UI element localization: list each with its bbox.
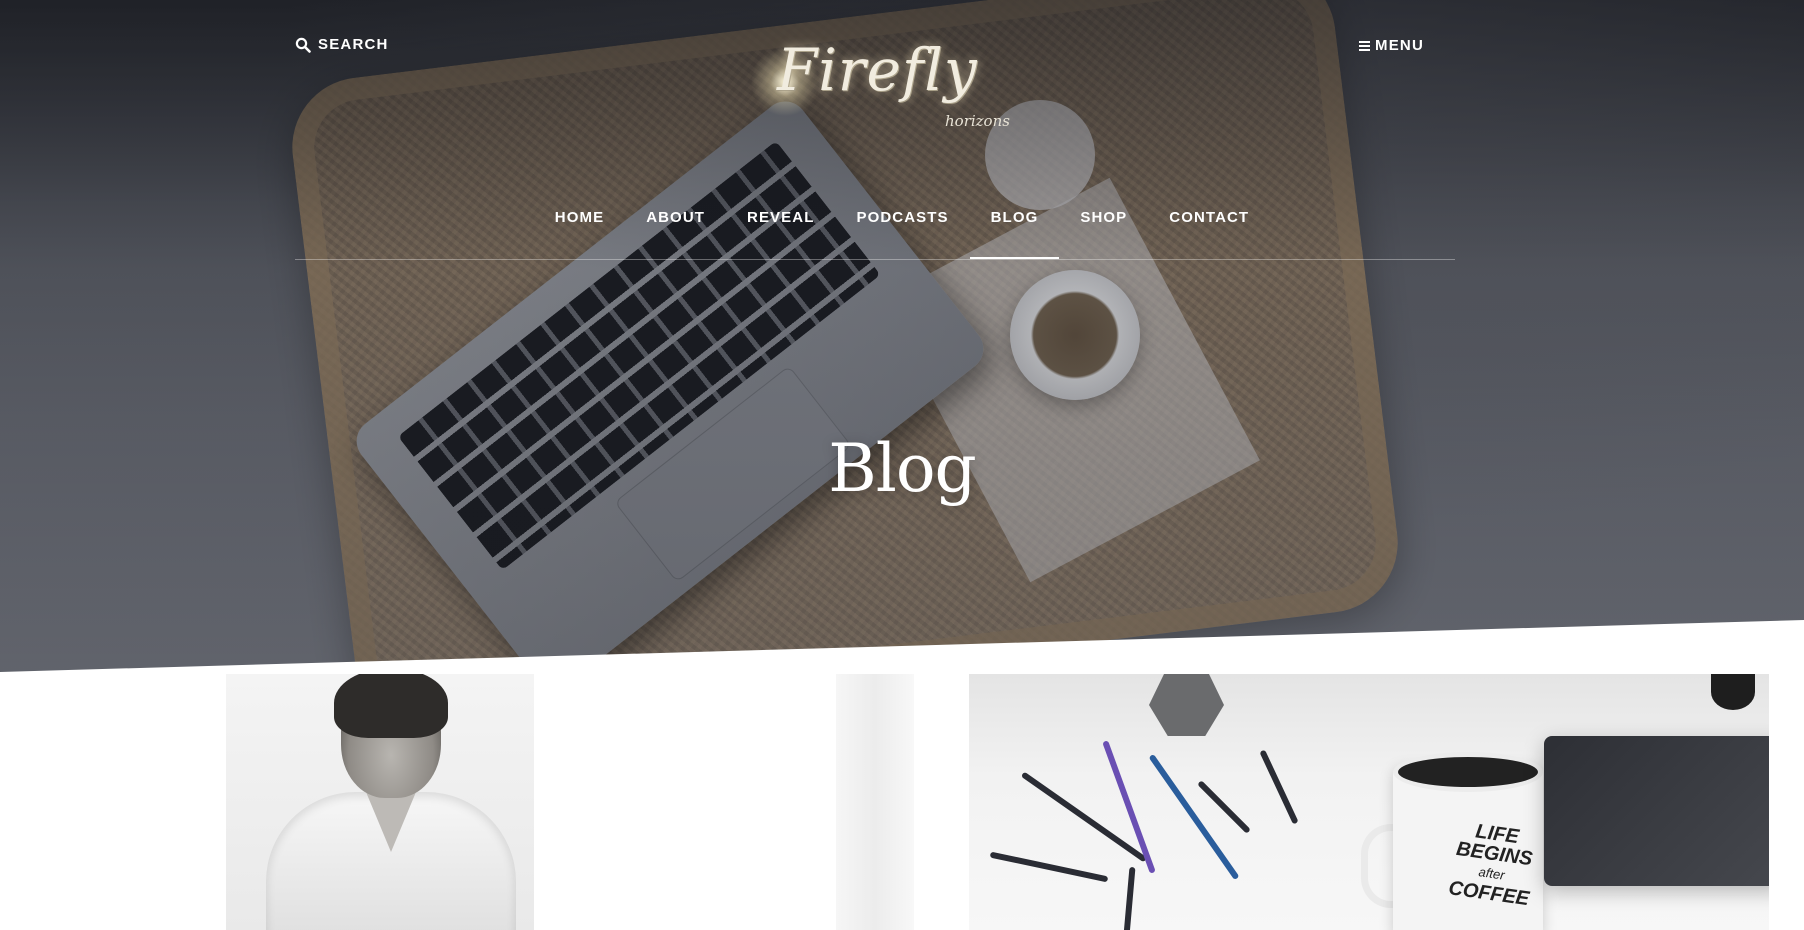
nav-item-blog[interactable]: BLOG [969, 208, 1060, 259]
nav-item-shop[interactable]: SHOP [1059, 208, 1148, 258]
logo-subtitle: horizons [945, 112, 1010, 130]
site-logo[interactable]: Firefly horizons [745, 22, 1010, 157]
search-icon [295, 37, 311, 53]
rock-decoration [1149, 674, 1224, 736]
hamburger-icon [1359, 40, 1371, 51]
pen-image [989, 851, 1109, 883]
page-title: Blog [828, 430, 977, 507]
menu-button[interactable]: MENU [1359, 37, 1424, 54]
nav-item-podcasts[interactable]: PODCASTS [835, 208, 969, 258]
tablet-image [1544, 736, 1769, 886]
mug-lettering: LIFE BEGINS after COFFEE [1447, 820, 1534, 911]
post-thumbnail-portrait[interactable] [226, 674, 534, 930]
hero-banner: SEARCH Firefly horizons MENU HOME ABOUT … [0, 0, 1804, 672]
nav-item-about[interactable]: ABOUT [625, 208, 726, 258]
search-button[interactable]: SEARCH [295, 36, 389, 53]
menu-label: MENU [1375, 37, 1424, 54]
pen-image [1122, 866, 1136, 930]
mug-rim [1393, 752, 1543, 792]
post-thumbnail-desk[interactable]: LIFE BEGINS after COFFEE [969, 674, 1769, 930]
nav-item-home[interactable]: HOME [534, 208, 625, 258]
pen-image [1102, 740, 1156, 874]
search-label: SEARCH [318, 36, 389, 53]
person-hair [334, 674, 448, 738]
nav-divider [295, 259, 1455, 260]
pen-image [1259, 749, 1299, 825]
logo-wordmark: Firefly [777, 36, 978, 104]
nav-item-reveal[interactable]: REVEAL [726, 208, 835, 258]
pen-image [1148, 753, 1240, 881]
pen-image [1020, 771, 1148, 863]
post-thumbnail-strip[interactable] [836, 674, 914, 930]
nav-item-contact[interactable]: CONTACT [1148, 208, 1270, 258]
apple-icon [1711, 674, 1755, 710]
main-nav: HOME ABOUT REVEAL PODCASTS BLOG SHOP CON… [0, 208, 1804, 259]
pen-image [1197, 780, 1251, 834]
